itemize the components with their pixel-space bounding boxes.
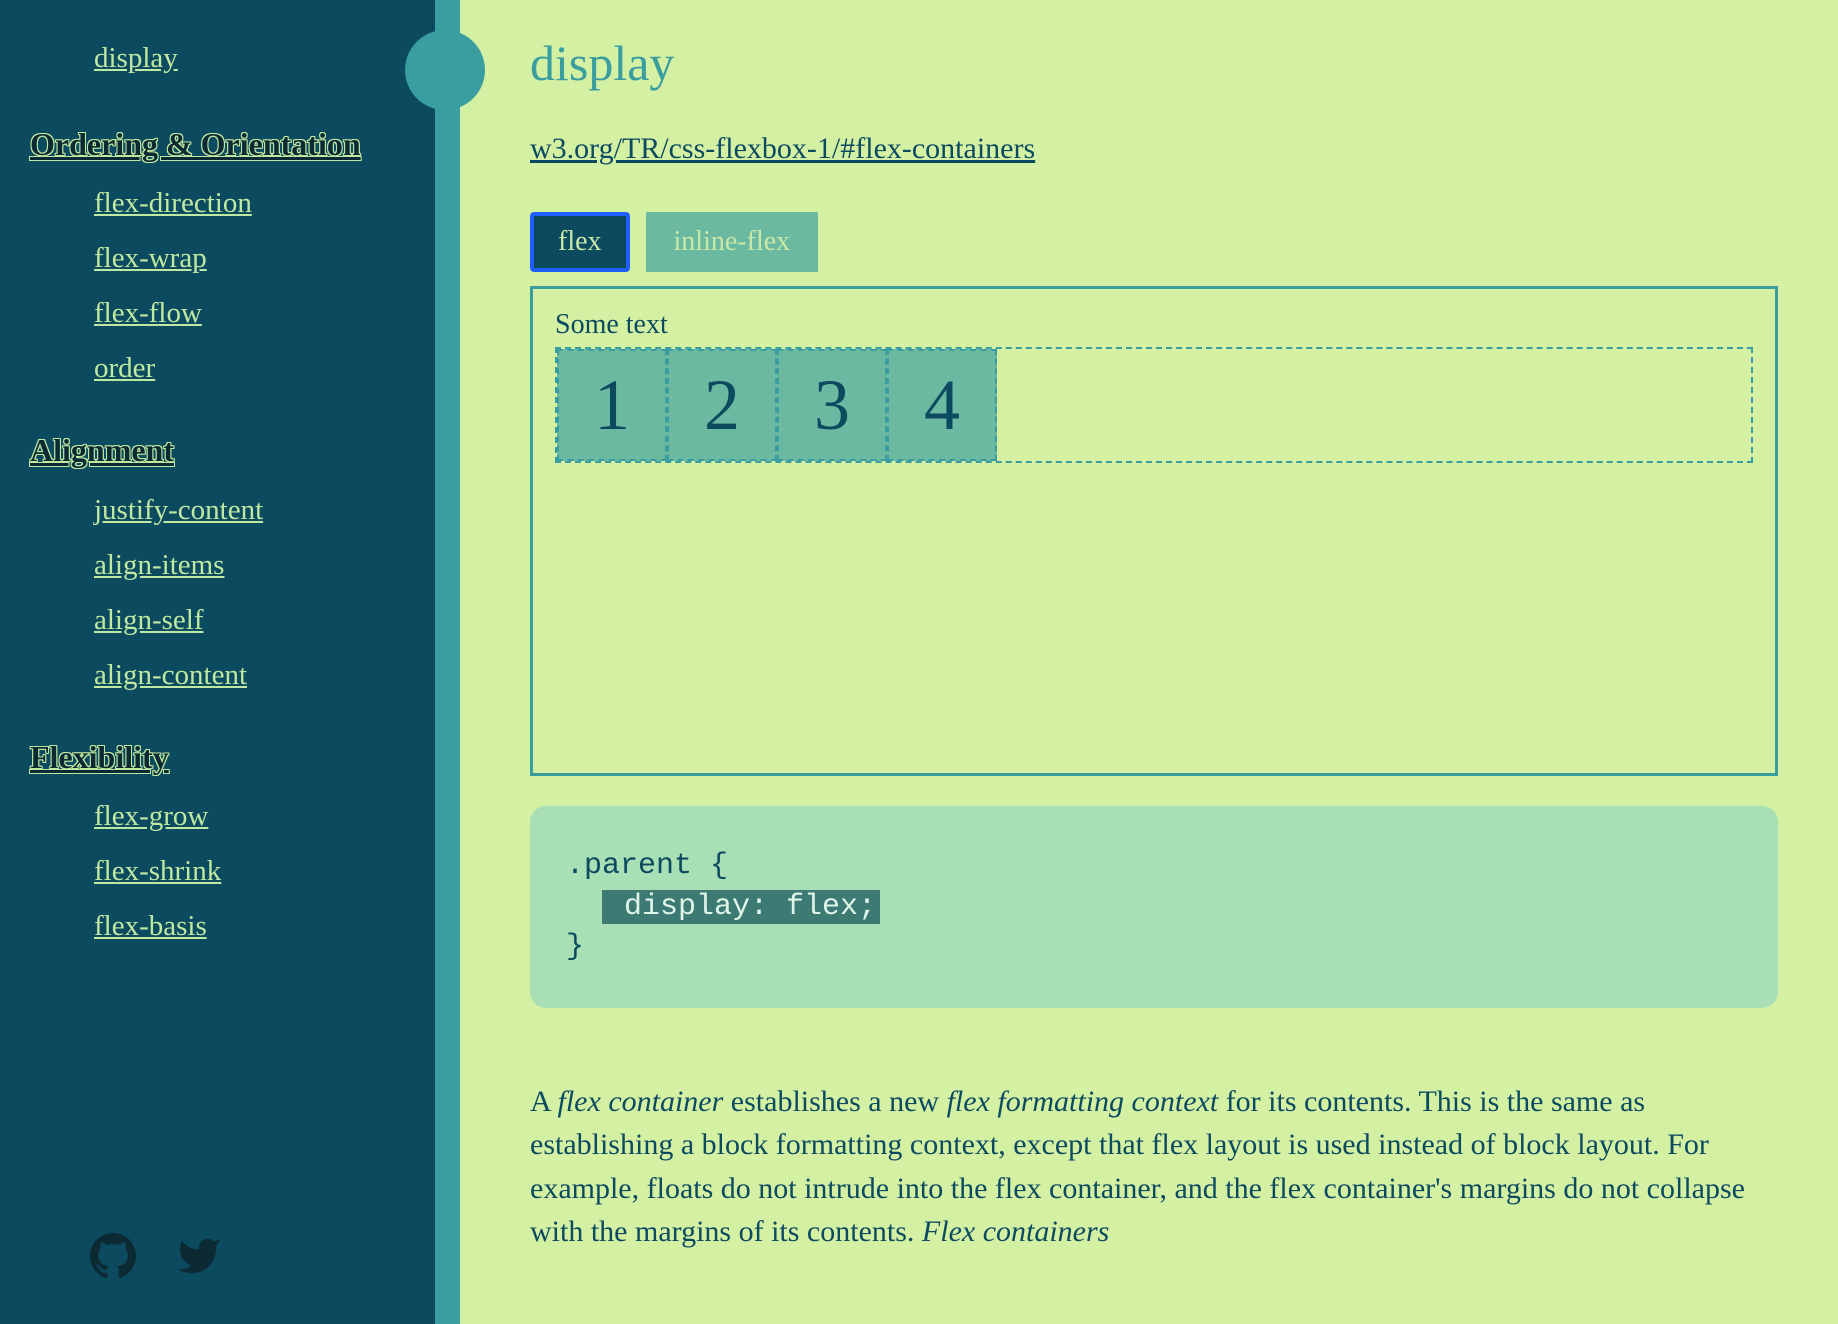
- flex-item: 2: [667, 349, 777, 461]
- demo-box: Some text 1 2 3 4: [530, 286, 1778, 776]
- code-block: .parent { display: flex; }: [530, 806, 1778, 1008]
- github-icon: [90, 1233, 136, 1279]
- sidebar-item-display[interactable]: display: [94, 42, 178, 75]
- social-links: [90, 1233, 222, 1284]
- notch-decoration: [405, 30, 485, 110]
- sidebar-item-justify-content[interactable]: justify-content: [94, 494, 263, 526]
- github-link[interactable]: [90, 1233, 136, 1284]
- tab-inline-flex[interactable]: inline-flex: [646, 212, 819, 272]
- nav-list: justify-content align-items align-self a…: [94, 494, 405, 692]
- sidebar-item-flex-basis[interactable]: flex-basis: [94, 910, 207, 942]
- code-line: .parent {: [566, 849, 728, 883]
- sidebar-item-flex-flow[interactable]: flex-flow: [94, 297, 202, 329]
- sidebar-item-flex-shrink[interactable]: flex-shrink: [94, 855, 221, 887]
- flex-container: 1 2 3 4: [555, 347, 1753, 463]
- code-line: }: [566, 930, 584, 964]
- sidebar-item-align-self[interactable]: align-self: [94, 604, 204, 636]
- twitter-link[interactable]: [176, 1233, 222, 1284]
- value-tabs: flex inline-flex: [530, 212, 1778, 272]
- divider-strip: [435, 0, 460, 1324]
- sidebar-section-flexibility: Flexibility: [30, 738, 405, 776]
- flex-item: 4: [887, 349, 997, 461]
- sidebar-item-order[interactable]: order: [94, 352, 155, 384]
- tab-flex[interactable]: flex: [530, 212, 630, 272]
- flex-item: 1: [557, 349, 667, 461]
- flex-item: 3: [777, 349, 887, 461]
- sidebar-section-alignment: Alignment: [30, 431, 405, 469]
- sidebar: display Ordering & Orientation flex-dire…: [0, 0, 435, 1324]
- twitter-icon: [176, 1233, 222, 1279]
- page-title: display: [530, 34, 1778, 92]
- sidebar-item-flex-grow[interactable]: flex-grow: [94, 800, 208, 832]
- demo-label: Some text: [555, 309, 1753, 341]
- sidebar-item-flex-wrap[interactable]: flex-wrap: [94, 242, 207, 274]
- description-paragraph: A flex container establishes a new flex …: [530, 1080, 1778, 1254]
- nav-list: flex-grow flex-shrink flex-basis: [94, 800, 405, 943]
- sidebar-item-align-content[interactable]: align-content: [94, 659, 247, 691]
- sidebar-item-align-items[interactable]: align-items: [94, 549, 224, 581]
- code-highlight: display: flex;: [602, 890, 880, 924]
- main-content: display w3.org/TR/css-flexbox-1/#flex-co…: [460, 0, 1838, 1324]
- nav-list: flex-direction flex-wrap flex-flow order: [94, 187, 405, 385]
- spec-link[interactable]: w3.org/TR/css-flexbox-1/#flex-containers: [530, 132, 1035, 166]
- sidebar-section-ordering: Ordering & Orientation: [30, 125, 405, 163]
- sidebar-item-flex-direction[interactable]: flex-direction: [94, 187, 252, 219]
